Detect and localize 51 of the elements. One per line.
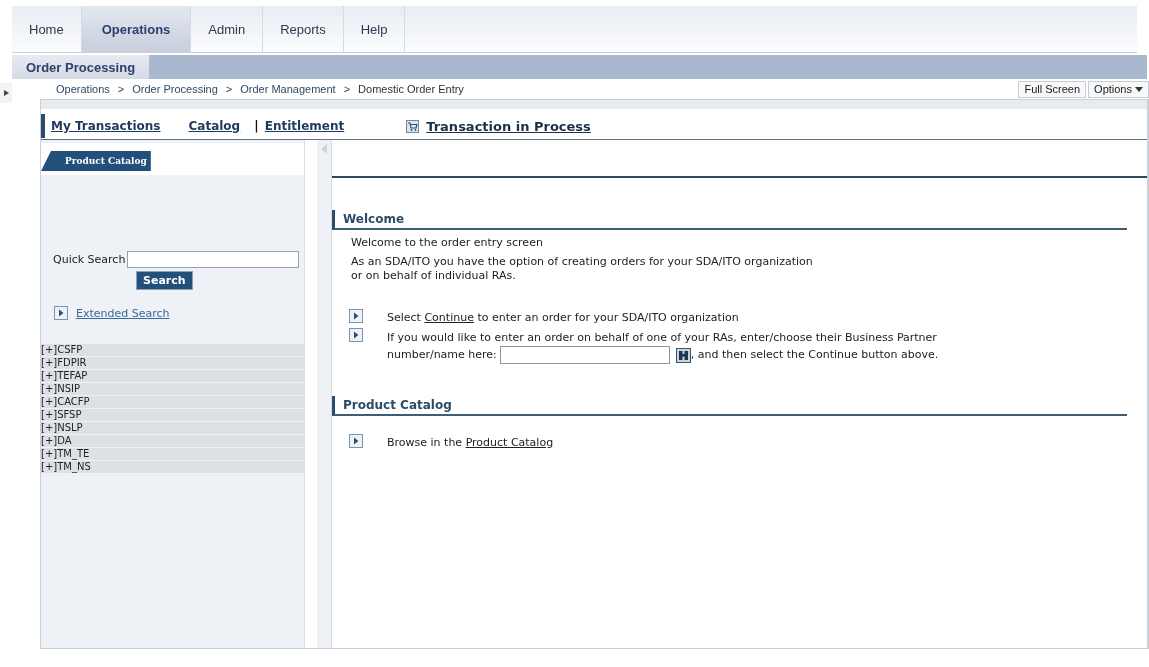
- quick-search-label: Quick Search: [53, 253, 126, 266]
- sub-nav-tab[interactable]: Order Processing: [12, 55, 150, 79]
- instruction-text: Select Continue to enter an order for your SDA/ITO organization: [387, 311, 739, 324]
- tree-item[interactable]: [+]TM_NS: [41, 461, 304, 474]
- tree-item[interactable]: [+]CSFP: [41, 344, 304, 357]
- nav-link[interactable]: Transaction in Process: [426, 118, 591, 134]
- instruction-text: number/name here:: [387, 348, 497, 361]
- nav-link[interactable]: Catalog: [188, 119, 241, 133]
- tree-item[interactable]: [+]NSIP: [41, 383, 304, 396]
- binoculars-icon[interactable]: [675, 347, 691, 363]
- nav-link[interactable]: My Transactions: [51, 119, 161, 133]
- breadcrumb-item[interactable]: Order Processing: [132, 83, 218, 95]
- nav-tab[interactable]: Operations: [81, 6, 192, 52]
- section-header: Product Catalog: [332, 396, 1127, 416]
- extended-search-link[interactable]: Extended Search: [76, 306, 170, 320]
- full-screen-button[interactable]: Full Screen: [1018, 80, 1087, 98]
- breadcrumb-item[interactable]: Order Management: [240, 83, 336, 95]
- search-button[interactable]: Search: [136, 271, 193, 290]
- tree-item[interactable]: [+]SFSP: [41, 409, 304, 422]
- breadcrumb-item: Domestic Order Entry: [358, 83, 464, 95]
- instruction-text: , and then select the Continue button above.: [690, 348, 939, 361]
- nav-tab[interactable]: Home: [12, 6, 82, 52]
- continue-link[interactable]: Continue: [424, 311, 474, 324]
- tree-item[interactable]: [+]CACFP: [41, 396, 304, 409]
- breadcrumb-item[interactable]: Operations: [56, 83, 110, 95]
- intro-text: Welcome to the order entry screen: [351, 236, 544, 250]
- product-catalog-link[interactable]: Product Catalog: [465, 436, 554, 449]
- tree-item[interactable]: [+]DA: [41, 435, 304, 448]
- partner-field[interactable]: [500, 346, 671, 364]
- instruction-text: If you would like to enter an order on behalf of one of your RAs, enter/choose their Business Partner: [387, 330, 937, 346]
- section-header: Welcome: [332, 210, 1127, 230]
- nav-tab[interactable]: Reports: [263, 6, 344, 52]
- tree-item[interactable]: [+]TEFAP: [41, 370, 304, 383]
- options-button[interactable]: Options: [1088, 80, 1149, 98]
- tree-item[interactable]: [+]TM_TE: [41, 448, 304, 461]
- breadcrumb-separator: >: [117, 83, 125, 95]
- nav-tab[interactable]: Help: [343, 6, 406, 52]
- nav-divider: |: [254, 119, 260, 133]
- panel-tab[interactable]: Product Catalog: [41, 151, 151, 171]
- nav-tab[interactable]: Admin: [191, 6, 264, 52]
- description-text: As an SDA/ITO you have the option of creating orders for your SDA/ITO organization or on behalf of individual RAs.: [351, 255, 814, 283]
- cart-icon: [406, 119, 420, 133]
- caret-icon: [1135, 86, 1143, 92]
- expand-handle[interactable]: [0, 83, 12, 103]
- quick-search-field[interactable]: [127, 251, 300, 268]
- tree-item[interactable]: [+]FDPIR: [41, 357, 304, 370]
- nav-link[interactable]: Entitlement: [264, 119, 345, 133]
- breadcrumb-separator: >: [225, 83, 233, 95]
- browse-text: Browse in the Product Catalog: [387, 436, 554, 449]
- breadcrumb-separator: >: [343, 83, 351, 95]
- tree-item[interactable]: [+]NSLP: [41, 422, 304, 435]
